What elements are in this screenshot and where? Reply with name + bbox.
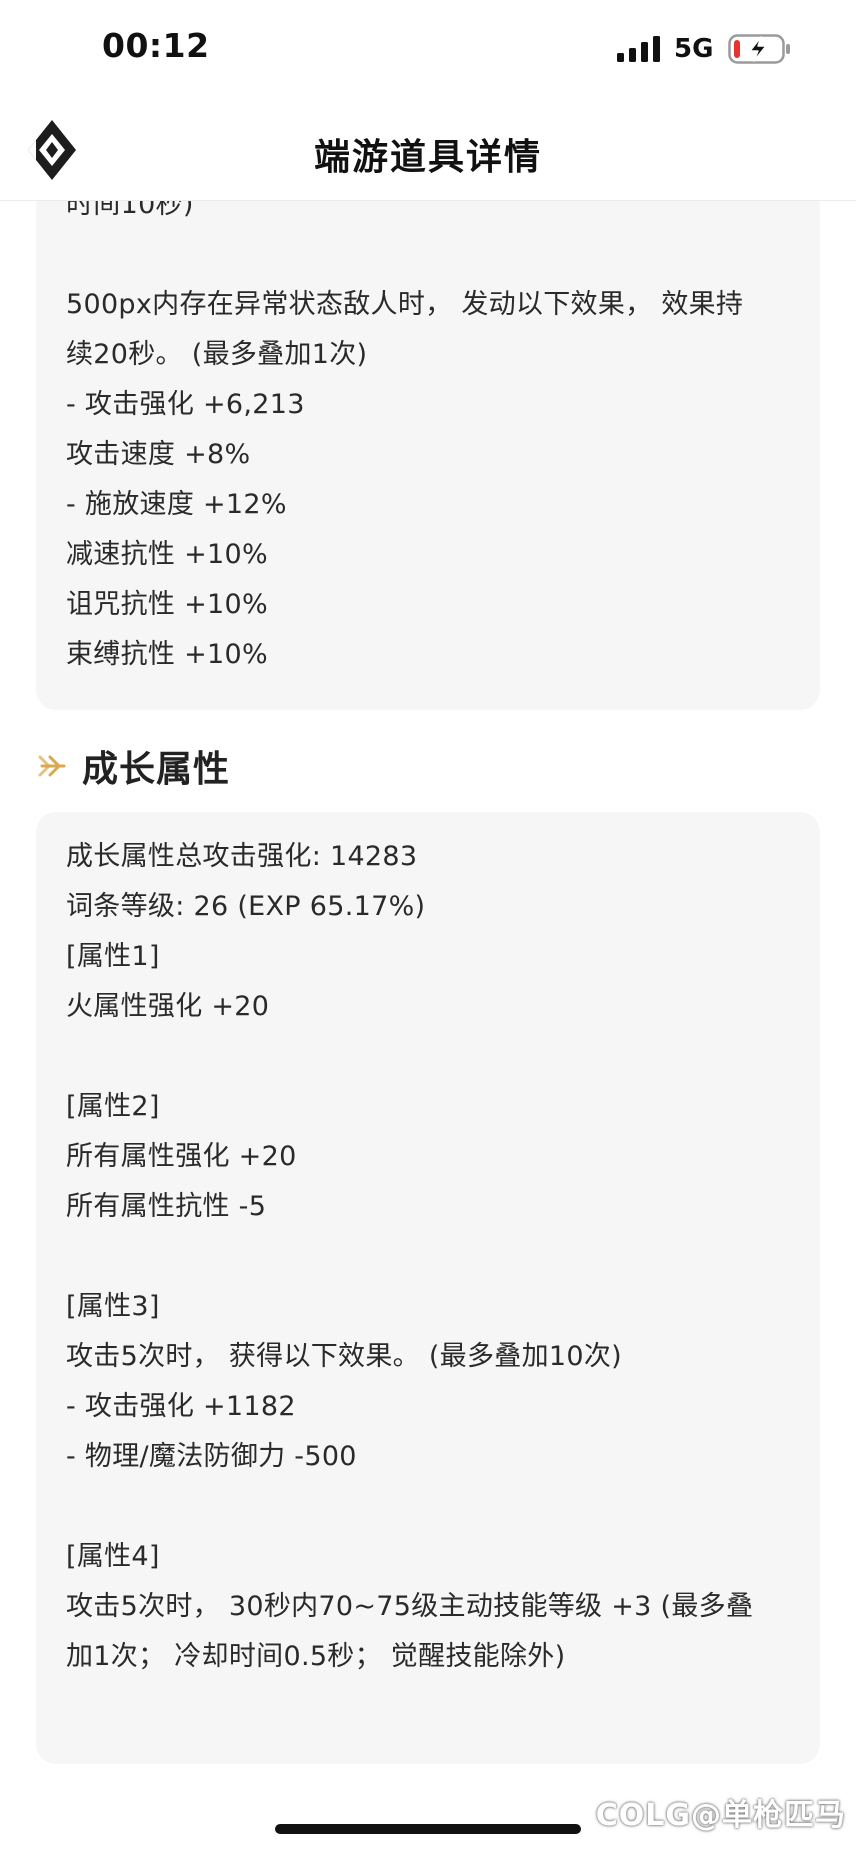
watermark: COLG@单枪匹马 xyxy=(595,1798,846,1833)
home-indicator[interactable] xyxy=(275,1824,581,1834)
growth-line: [属性2] xyxy=(66,1091,160,1122)
page-title: 端游道具详情 xyxy=(313,137,542,178)
effect-line: - 施放速度 +12% xyxy=(66,489,287,520)
growth-attributes-card: 成长属性总攻击强化: 14283 词条等级: 26 (EXP 65.17%) [… xyxy=(36,812,820,1764)
growth-line: 词条等级: 26 (EXP 65.17%) xyxy=(66,891,426,922)
growth-line: 攻击5次时， 获得以下效果。 (最多叠加10次) xyxy=(66,1341,622,1372)
effect-line: 攻击速度 +8% xyxy=(66,439,251,470)
effect-line: 续20秒。 (最多叠加1次) xyxy=(66,339,368,370)
growth-line: 所有属性抗性 -5 xyxy=(66,1191,267,1222)
growth-line: [属性1] xyxy=(66,941,160,972)
battery-charging-icon xyxy=(728,34,790,64)
scroll-content[interactable]: 时间10秒) 500px内存在异常状态敌人时， 发动以下效果， 效果持 续20秒… xyxy=(0,0,856,1852)
effect-line: 500px内存在异常状态敌人时， 发动以下效果， 效果持 xyxy=(66,289,744,320)
growth-line: - 物理/魔法防御力 -500 xyxy=(66,1441,357,1472)
network-type-label: 5G xyxy=(674,34,714,64)
status-bar: 00:12 5G xyxy=(0,0,856,100)
effect-card: 时间10秒) 500px内存在异常状态敌人时， 发动以下效果， 效果持 续20秒… xyxy=(36,150,820,710)
growth-line: - 攻击强化 +1182 xyxy=(66,1391,296,1422)
double-chevron-right-icon xyxy=(38,755,66,777)
section-title: 成长属性 xyxy=(82,749,231,790)
effect-line: 诅咒抗性 +10% xyxy=(66,589,268,620)
growth-section-header: 成长属性 xyxy=(36,736,230,796)
effect-line: - 攻击强化 +6,213 xyxy=(66,389,305,420)
app-header: 端游道具详情 xyxy=(0,100,856,201)
growth-line: 火属性强化 +20 xyxy=(66,991,270,1022)
effect-line: 减速抗性 +10% xyxy=(66,539,268,570)
cellular-signal-icon xyxy=(617,36,660,62)
effect-line: 束缚抗性 +10% xyxy=(66,639,268,670)
growth-line: [属性3] xyxy=(66,1291,160,1322)
growth-line: 成长属性总攻击强化: 14283 xyxy=(66,841,418,872)
growth-line: [属性4] xyxy=(66,1541,160,1572)
growth-line: 加1次； 冷却时间0.5秒； 觉醒技能除外) xyxy=(66,1641,566,1672)
growth-line: 所有属性强化 +20 xyxy=(66,1141,297,1172)
status-time: 00:12 xyxy=(102,26,210,65)
growth-line: 攻击5次时， 30秒内70~75级主动技能等级 +3 (最多叠 xyxy=(66,1591,754,1622)
